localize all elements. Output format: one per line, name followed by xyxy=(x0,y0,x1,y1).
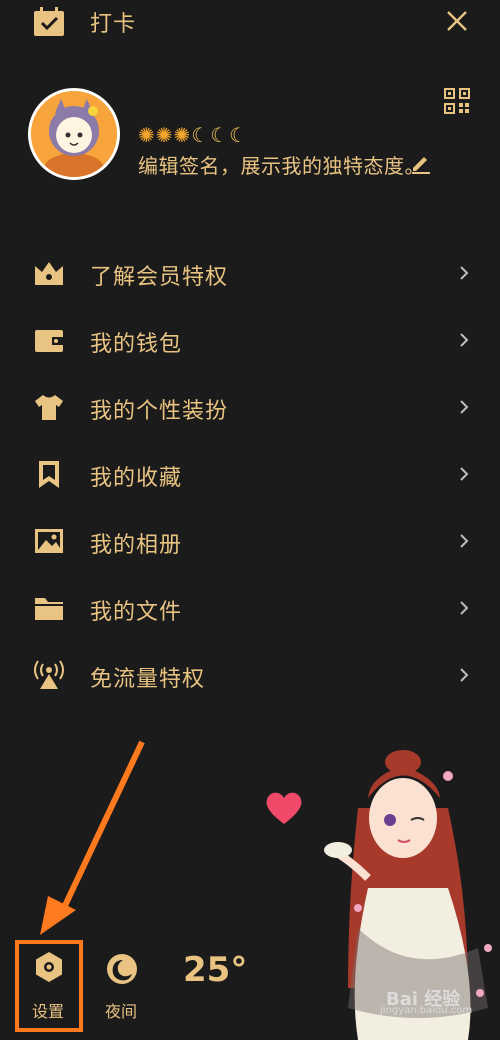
menu-item-free-data[interactable]: 免流量特权 xyxy=(0,649,500,701)
watermark-url: jingyan.baidu.com xyxy=(380,1005,473,1016)
chevron-right-icon xyxy=(460,467,469,481)
menu-item-vip-privileges[interactable]: 了解会员特权 xyxy=(0,247,500,299)
moon-icon: ☾ xyxy=(191,123,210,147)
signature-text[interactable]: 编辑签名，展示我的独特态度。 xyxy=(138,150,425,179)
chevron-right-icon xyxy=(460,601,469,615)
folder-icon xyxy=(35,598,63,620)
qr-code-icon[interactable] xyxy=(444,88,470,114)
sun-icon: ✺ xyxy=(138,123,155,147)
heart-icon[interactable] xyxy=(264,790,304,826)
chevron-right-icon xyxy=(460,668,469,682)
checkin-label: 打卡 xyxy=(90,12,137,37)
chevron-right-icon xyxy=(460,266,469,280)
wallet-icon xyxy=(35,330,63,352)
menu-item-wallet[interactable]: 我的钱包 xyxy=(0,314,500,366)
menu-label: 了解会员特权 xyxy=(90,265,229,290)
image-icon xyxy=(35,529,63,553)
menu-item-album[interactable]: 我的相册 xyxy=(0,515,500,567)
temperature-text[interactable]: 25° xyxy=(183,950,247,990)
moon-icon xyxy=(107,954,137,984)
chevron-right-icon xyxy=(460,400,469,414)
bookmark-icon xyxy=(39,461,59,488)
menu-label: 我的文件 xyxy=(90,600,183,625)
avatar[interactable] xyxy=(28,88,120,180)
chevron-right-icon xyxy=(460,534,469,548)
menu-label: 免流量特权 xyxy=(90,667,206,692)
menu-item-files[interactable]: 我的文件 xyxy=(0,582,500,634)
close-icon[interactable] xyxy=(442,6,472,36)
calendar-check-icon xyxy=(34,7,64,36)
menu-item-favorites[interactable]: 我的收藏 xyxy=(0,448,500,500)
settings-icon xyxy=(36,952,62,982)
sun-icon: ✺ xyxy=(155,123,173,147)
moon-icon: ☾ xyxy=(210,123,229,147)
avatar-cartoon-image xyxy=(31,91,117,177)
level-badges[interactable]: ✺ ✺ ✺ ☾ ☾ ☾ xyxy=(138,123,247,147)
moon-icon: ☾ xyxy=(229,123,248,147)
menu-label: 我的收藏 xyxy=(90,466,183,491)
menu-label: 我的钱包 xyxy=(90,332,183,357)
shirt-icon xyxy=(35,395,63,420)
chevron-right-icon xyxy=(460,333,469,347)
menu-label: 我的相册 xyxy=(90,533,183,558)
menu-item-personal-dressup[interactable]: 我的个性装扮 xyxy=(0,381,500,433)
sun-icon: ✺ xyxy=(173,123,191,147)
pencil-icon[interactable] xyxy=(410,152,432,174)
crown-icon xyxy=(35,262,63,285)
checkin-button[interactable]: 打卡 xyxy=(30,4,150,38)
settings-button[interactable]: 设置 xyxy=(22,948,76,1026)
menu-label: 我的个性装扮 xyxy=(90,399,229,424)
night-label: 夜间 xyxy=(105,1002,138,1021)
signal-tower-icon xyxy=(34,660,64,689)
night-mode-button[interactable]: 夜间 xyxy=(100,948,154,1026)
settings-label: 设置 xyxy=(32,1002,65,1021)
